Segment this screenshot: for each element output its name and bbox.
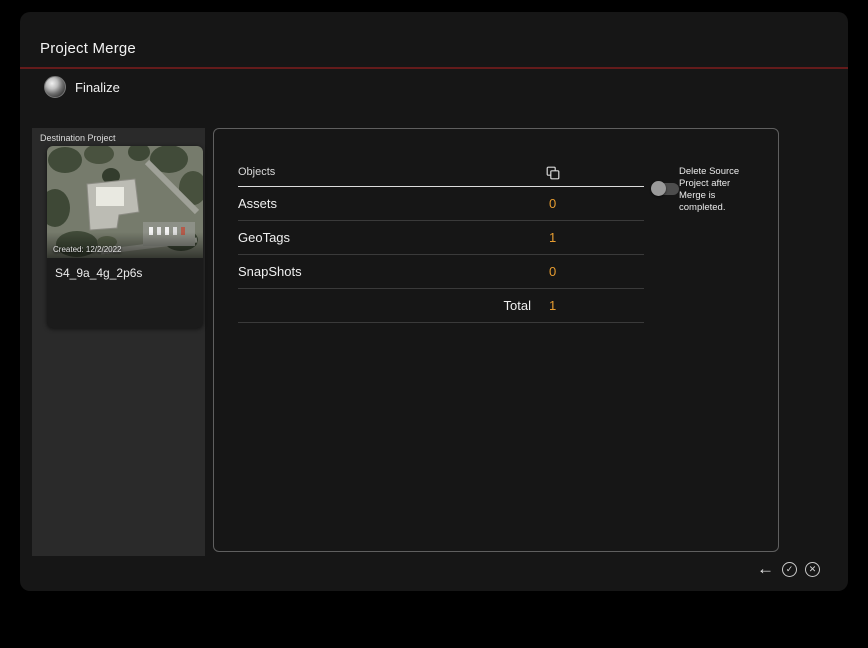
duplicate-count-icon[interactable] — [546, 166, 560, 180]
table-row-total: Total 1 — [238, 289, 644, 323]
objects-column-header: Objects — [238, 166, 276, 178]
delete-source-label: Delete Source Project after Merge is com… — [679, 166, 740, 213]
objects-table: Objects Assets 0 GeoTags 1 SnapShots 0 T… — [238, 159, 644, 323]
row-value: 0 — [549, 264, 557, 279]
wizard-step-finalize: Finalize — [44, 76, 120, 98]
destination-project-name: S4_9a_4g_2p6s — [55, 266, 143, 280]
table-row-assets: Assets 0 — [238, 187, 644, 221]
toggle-thumb — [651, 181, 666, 196]
table-row-snapshots: SnapShots 0 — [238, 255, 644, 289]
row-label: Assets — [238, 196, 278, 211]
row-label: GeoTags — [238, 230, 291, 245]
total-value: 1 — [549, 298, 557, 313]
cancel-x-icon[interactable]: ✕ — [805, 561, 820, 577]
table-row-geotags: GeoTags 1 — [238, 221, 644, 255]
back-arrow-icon[interactable]: ← — [757, 560, 774, 578]
row-label: SnapShots — [238, 264, 302, 279]
project-thumbnail: Created: 12/2/2022 — [47, 146, 203, 258]
step-label: Finalize — [75, 79, 120, 95]
title-divider — [20, 67, 848, 69]
row-value: 1 — [549, 230, 557, 245]
footer-actions: ← ✓ ✕ — [757, 560, 820, 578]
destination-panel-heading: Destination Project — [40, 133, 116, 143]
destination-project-card: Created: 12/2/2022 S4_9a_4g_2p6s — [47, 146, 203, 328]
created-date-label: Created: 12/2/2022 — [53, 245, 122, 254]
row-value: 0 — [549, 196, 557, 211]
confirm-check-icon[interactable]: ✓ — [782, 561, 797, 577]
step-indicator-icon — [44, 76, 66, 98]
destination-project-panel: Destination Project Created: 12/2/2022 S… — [32, 128, 205, 556]
project-merge-dialog: Project Merge Finalize Destination Proje… — [20, 12, 848, 591]
delete-source-toggle[interactable] — [651, 181, 679, 196]
page-title: Project Merge — [40, 40, 136, 57]
objects-table-header: Objects — [238, 159, 644, 187]
total-label: Total — [503, 298, 531, 313]
